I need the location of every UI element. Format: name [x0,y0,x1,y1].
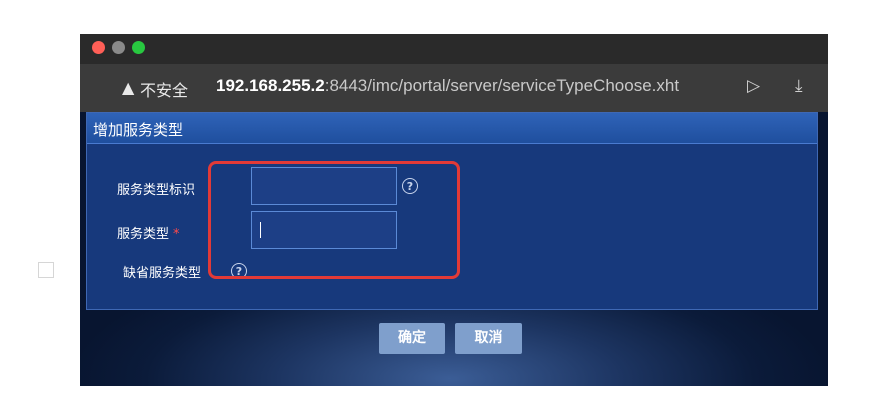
cancel-button[interactable]: 取消 [455,323,522,354]
dialog-title: 增加服务类型 [93,121,184,139]
default-service-type-label: 缺省服务类型 [123,266,202,281]
address-bar[interactable]: ▲ 不安全 192.168.255.2:8443/imc/portal/serv… [80,64,828,112]
maximize-window-button[interactable] [132,41,145,54]
share-icon[interactable]: ▷ [747,76,760,96]
dialog-header: 增加服务类型 [87,113,817,144]
annotation-highlight-box [208,161,460,279]
url-text[interactable]: 192.168.255.2:8443/imc/portal/server/ser… [216,76,679,96]
close-window-button[interactable] [92,41,105,54]
confirm-button[interactable]: 确定 [379,323,445,354]
insecure-label: 不安全 [140,81,189,100]
url-path: :8443/imc/portal/server/serviceTypeChoos… [324,76,680,95]
window-titlebar [80,34,828,64]
default-service-type-checkbox[interactable] [38,262,54,278]
required-mark: * [173,227,180,242]
url-host: 192.168.255.2 [216,76,325,95]
minimize-window-button[interactable] [112,41,125,54]
service-type-label: 服务类型 * [117,223,180,242]
warning-icon: ▲ [122,78,135,97]
download-icon[interactable]: ⤓ [795,76,803,96]
service-type-label-text: 服务类型 [117,227,170,242]
service-type-id-label: 服务类型标识 [117,183,196,198]
